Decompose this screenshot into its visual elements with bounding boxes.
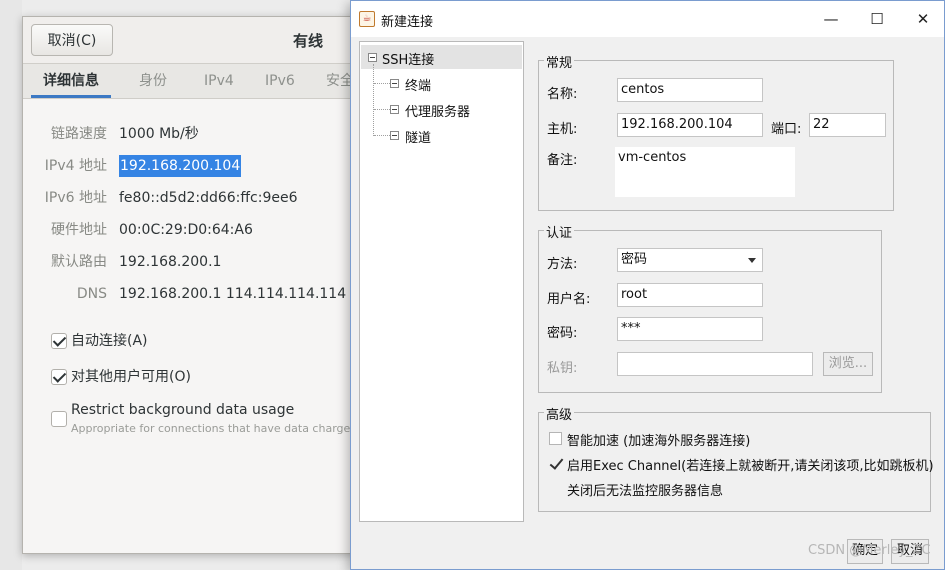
minimize-button[interactable]: — — [808, 5, 854, 33]
link-speed-value: 1000 Mb/秒 — [119, 126, 199, 142]
network-tabs: 详细信息 身份 IPv4 IPv6 安全 — [23, 63, 361, 99]
exec-channel-note: 关闭后无法监控服务器信息 — [567, 484, 724, 499]
note-textarea[interactable]: vm-centos — [615, 147, 795, 197]
network-dialog-title: 有线 — [293, 32, 324, 50]
port-label: 端口: — [771, 122, 802, 137]
method-label: 方法: — [547, 257, 578, 272]
tree-node-icon — [390, 79, 399, 88]
auth-group-title: 认证 — [544, 222, 575, 241]
tree-node-icon — [390, 131, 399, 140]
tree-connector — [374, 83, 390, 84]
hardware-address-value: 00:0C:29:D0:64:A6 — [119, 222, 253, 238]
restrict-background-label: Restrict background data usage — [71, 402, 295, 418]
collapse-icon[interactable] — [368, 53, 377, 62]
all-users-checkbox[interactable] — [51, 369, 67, 385]
method-select[interactable]: 密码 — [617, 248, 763, 272]
tab-details[interactable]: 详细信息 — [31, 64, 111, 98]
tab-ipv4[interactable]: IPv4 — [204, 64, 234, 98]
detail-row: 默认路由 — [23, 251, 107, 273]
private-key-label: 私钥: — [547, 361, 578, 376]
advanced-group: 高级 智能加速 (加速海外服务器连接) 启用Exec Channel(若连接上就… — [538, 404, 934, 512]
detail-row: IPv6 地址 — [23, 187, 107, 209]
close-button[interactable]: ✕ — [900, 5, 945, 33]
tree-connector — [374, 135, 390, 136]
tree-node-icon — [390, 105, 399, 114]
ipv6-label: IPv6 地址 — [44, 190, 107, 206]
tree-item-proxy[interactable]: 代理服务器 — [405, 101, 470, 120]
window-title: 新建连接 — [381, 15, 434, 30]
connection-tree: SSH连接 终端 代理服务器 隧道 — [359, 41, 524, 522]
exec-channel-checkbox[interactable] — [549, 457, 562, 470]
note-label: 备注: — [547, 153, 578, 168]
name-label: 名称: — [547, 87, 578, 102]
host-label: 主机: — [547, 122, 578, 137]
dns-label: DNS — [76, 286, 107, 302]
host-input[interactable]: 192.168.200.104 — [617, 113, 763, 137]
dns-value: 192.168.200.1 114.114.114.114 — [119, 286, 347, 302]
general-group: 常规 名称: centos 主机: 192.168.200.104 端口: 22… — [538, 52, 894, 211]
network-dialog-header: 取消(C) 有线 — [23, 17, 361, 63]
network-settings-dialog: 取消(C) 有线 详细信息 身份 IPv4 IPv6 安全 链路速度 1000 … — [22, 16, 362, 554]
tree-item-ssh[interactable]: SSH连接 — [382, 49, 434, 68]
general-group-title: 常规 — [544, 52, 575, 71]
all-users-label: 对其他用户可用(O) — [71, 369, 191, 385]
username-input[interactable]: root — [617, 283, 763, 307]
name-input[interactable]: centos — [617, 78, 763, 102]
exec-channel-label: 启用Exec Channel(若连接上就被断开,请关闭该项,比如跳板机) — [567, 459, 934, 474]
port-input[interactable]: 22 — [809, 113, 886, 137]
restrict-background-checkbox[interactable] — [51, 411, 67, 427]
default-route-value: 192.168.200.1 — [119, 254, 222, 270]
password-input[interactable]: *** — [617, 317, 763, 341]
detail-row: 硬件地址 — [23, 219, 107, 241]
watermark: CSDN @Merley_ZC — [808, 543, 931, 558]
tab-ipv6[interactable]: IPv6 — [265, 64, 295, 98]
smart-accel-label: 智能加速 (加速海外服务器连接) — [567, 434, 751, 449]
tab-identity[interactable]: 身份 — [139, 64, 167, 98]
default-route-label: 默认路由 — [51, 254, 107, 270]
java-app-icon: ☕ — [359, 11, 375, 27]
tree-item-tunnel[interactable]: 隧道 — [405, 127, 431, 146]
detail-row: IPv4 地址 — [23, 155, 107, 177]
browse-button[interactable]: 浏览... — [823, 352, 873, 376]
hardware-address-label: 硬件地址 — [51, 222, 107, 238]
restrict-background-description: Appropriate for connections that have da… — [71, 422, 362, 435]
tree-connector — [374, 109, 390, 110]
ipv4-value[interactable]: 192.168.200.104 — [119, 155, 242, 177]
link-speed-label: 链路速度 — [51, 126, 107, 142]
new-connection-dialog: ☕ 新建连接 — ☐ ✕ SSH连接 终端 代理服务器 隧道 常规 名称: ce… — [350, 0, 945, 570]
maximize-button[interactable]: ☐ — [854, 5, 900, 33]
auto-connect-label: 自动连接(A) — [71, 333, 148, 349]
ipv4-label: IPv4 地址 — [44, 158, 107, 174]
tree-connector — [373, 64, 374, 136]
title-bar: ☕ 新建连接 — ☐ ✕ — [351, 1, 944, 37]
desktop-background — [0, 0, 22, 570]
network-cancel-button[interactable]: 取消(C) — [31, 24, 113, 56]
smart-accel-checkbox[interactable] — [549, 432, 562, 445]
detail-row: DNS — [23, 283, 107, 305]
detail-row: 链路速度 — [23, 123, 107, 145]
auto-connect-checkbox[interactable] — [51, 333, 67, 349]
password-label: 密码: — [547, 326, 578, 341]
ipv6-value: fe80::d5d2:dd66:ffc:9ee6 — [119, 190, 298, 206]
advanced-group-title: 高级 — [544, 404, 575, 423]
tree-item-terminal[interactable]: 终端 — [405, 75, 431, 94]
private-key-input[interactable] — [617, 352, 813, 376]
auth-group: 认证 方法: 密码 用户名: root 密码: *** 私钥: 浏览... — [538, 222, 882, 393]
username-label: 用户名: — [547, 292, 591, 307]
